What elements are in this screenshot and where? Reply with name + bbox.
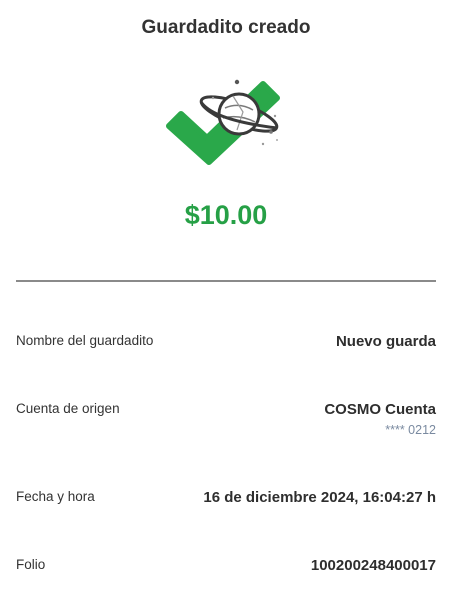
page-title: Guardadito creado xyxy=(141,17,311,38)
detail-value: Nuevo guarda xyxy=(335,333,436,350)
divider xyxy=(16,280,436,282)
detail-label: Nombre del guardadito xyxy=(16,333,154,348)
detail-label: Folio xyxy=(16,557,46,572)
detail-value: COSMO Cuenta xyxy=(324,401,436,418)
detail-label: Cuenta de origen xyxy=(16,401,120,416)
detail-value: 16 de diciembre 2024, 16:04:27 h xyxy=(203,489,436,506)
detail-value: 100200248400017 xyxy=(310,557,436,574)
amount-value: $10.00 xyxy=(184,200,268,230)
account-mask: **** 0212 xyxy=(385,423,436,437)
check-planet-icon xyxy=(163,76,283,168)
detail-label: Fecha y hora xyxy=(16,489,95,504)
